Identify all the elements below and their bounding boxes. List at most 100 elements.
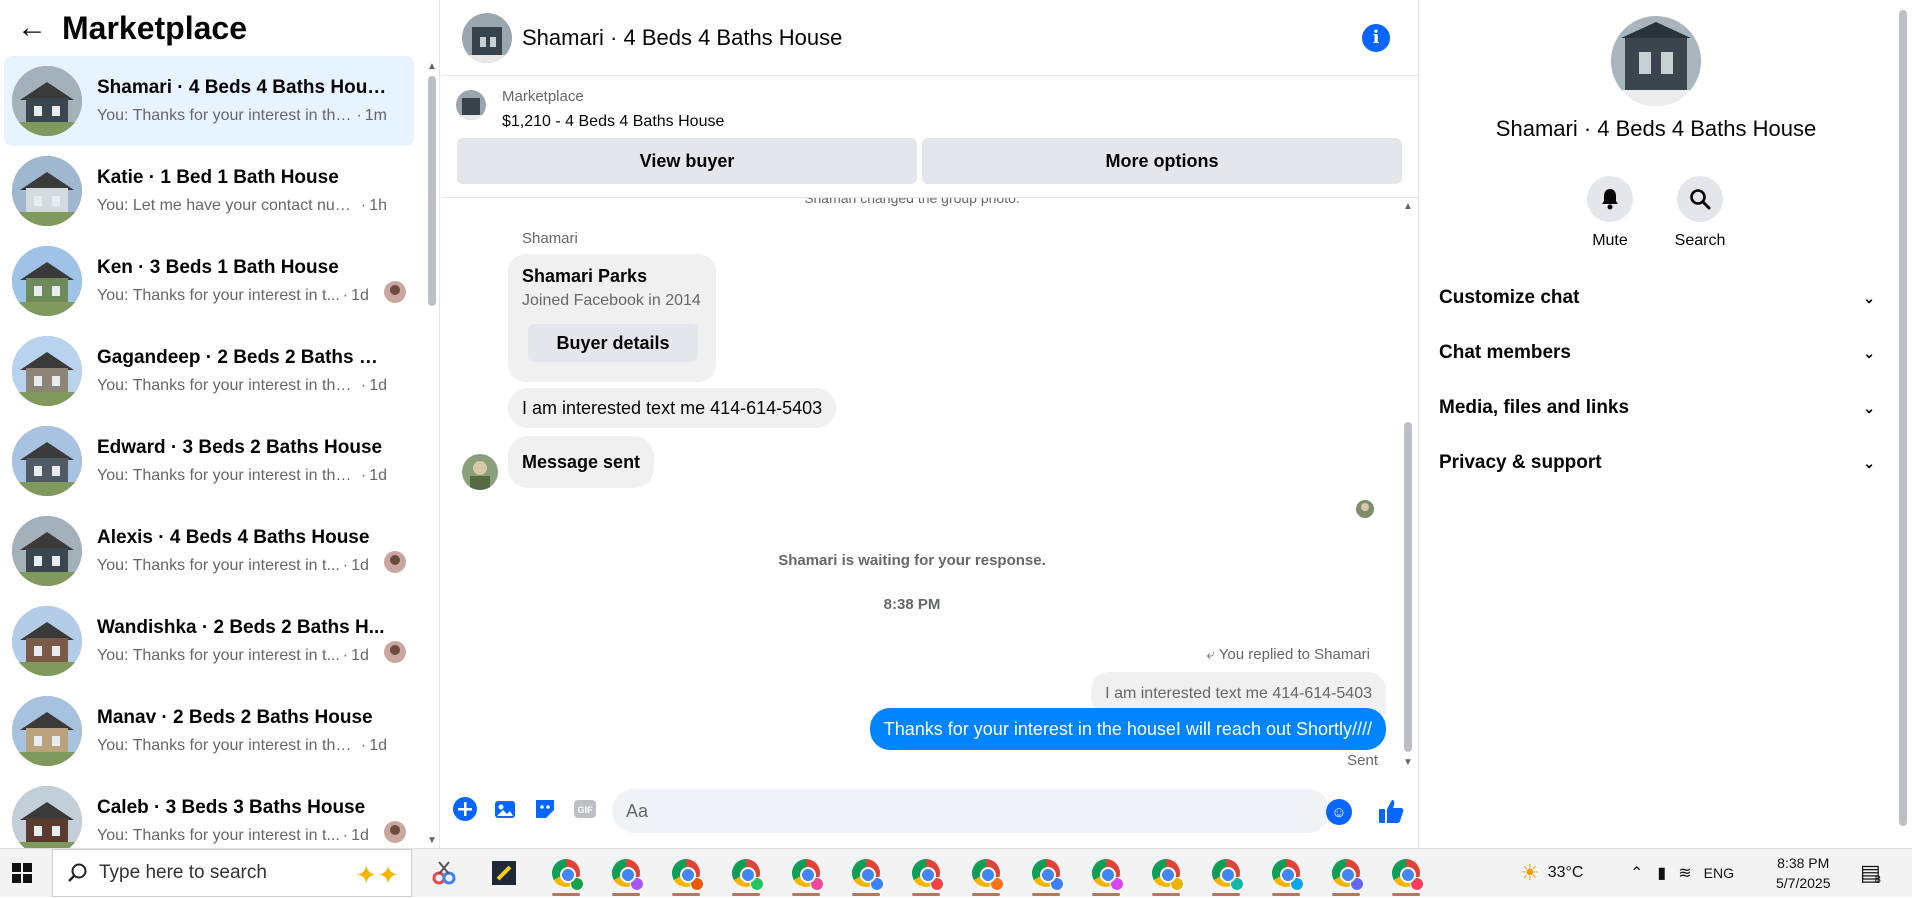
listing-thumbnail[interactable] [456,90,486,120]
buyer-name: Shamari Parks [522,266,648,286]
emoji-icon[interactable]: ☺ [1326,799,1352,825]
conversation-thumbnail [12,336,82,406]
message-input[interactable] [612,789,1330,833]
conversation-thumbnail [12,786,82,848]
conversation-item[interactable]: Alexis · 4 Beds 4 Baths House You: Thanks… [4,506,414,596]
taskbar-app-notes[interactable] [484,853,524,893]
windows-start-icon[interactable] [0,849,44,898]
details-scrollbar[interactable] [1893,0,1912,848]
seen-avatar [384,641,406,663]
conversation-thumbnail [12,426,82,496]
wifi-icon[interactable]: ≋ [1678,863,1691,883]
taskbar-app-chrome[interactable] [1206,853,1246,896]
chevron-up-icon[interactable]: ⌃ [1630,863,1643,883]
profile-badge-icon [1110,877,1124,891]
chat-scrollbar[interactable]: ▲ ▼ [1400,200,1416,770]
sidebar-scrollbar[interactable]: ▲ ▼ [424,60,440,848]
taskbar-app-chrome[interactable] [1146,853,1186,896]
conversation-title: Ken · 3 Beds 1 Bath House [97,257,339,278]
conversation-item[interactable]: Katie · 1 Bed 1 Bath House You: Let me ha… [4,146,414,236]
profile-badge-icon [810,877,824,891]
separator-dot: · [342,827,349,844]
privacy-support-section[interactable]: Privacy & support ⌄ [1439,441,1875,485]
chevron-down-icon: ⌄ [1863,454,1875,471]
view-buyer-button[interactable]: View buyer [457,138,917,184]
taskbar-app-chrome[interactable] [1386,853,1426,896]
section-label: Media, files and links [1439,397,1630,418]
clock-date: 5/7/2025 [1776,875,1831,891]
separator-dot: · [342,557,349,574]
chrome-icon [1092,859,1124,891]
customize-chat-section[interactable]: Customize chat ⌄ [1439,276,1875,320]
taskbar-app-chrome[interactable] [666,853,706,896]
sticker-icon[interactable] [532,796,558,822]
conversation-item[interactable]: Edward · 3 Beds 2 Baths House You: Thanks… [4,416,414,506]
bell-icon[interactable] [1587,176,1633,222]
gif-icon[interactable]: GIF [572,796,598,822]
taskbar-app-chrome[interactable] [1326,853,1366,896]
media-files-section[interactable]: Media, files and links ⌄ [1439,386,1875,430]
taskbar-app-chrome[interactable] [726,853,766,896]
running-indicator [792,893,820,896]
incoming-message[interactable]: Message sent [508,436,655,488]
scroll-down-icon[interactable]: ▼ [1400,756,1416,770]
back-arrow-icon[interactable]: ← [12,8,52,48]
taskbar-app-snipping[interactable] [424,853,464,893]
taskbar-app-chrome[interactable] [846,853,886,896]
taskbar-app-chrome[interactable] [1266,853,1306,896]
composer: GIF ☺ [442,782,1418,842]
profile-badge-icon [930,877,944,891]
sender-avatar[interactable] [462,454,498,490]
thumbs-up-icon[interactable] [1376,796,1406,826]
details-scroll-thumb[interactable] [1899,10,1907,826]
outgoing-message[interactable]: Thanks for your interest in the houseI w… [869,708,1386,750]
system-message: Shamari changed the group photo. [804,198,1020,206]
chat-scroll-thumb[interactable] [1404,422,1412,752]
incoming-message[interactable]: I am interested text me 414-614-5403 [508,388,837,428]
buyer-details-button[interactable]: Buyer details [528,324,698,362]
conversation-item[interactable]: Ken · 3 Beds 1 Bath House You: Thanks for… [4,236,414,326]
search-icon[interactable] [1677,176,1723,222]
conversation-item[interactable]: Caleb · 3 Beds 3 Baths House You: Thanks … [4,776,414,848]
plus-icon[interactable] [452,796,478,822]
mute-action[interactable]: Mute [1565,176,1655,250]
conversation-item[interactable]: Gagandeep · 2 Beds 2 Baths Ho... You: Tha… [4,326,414,416]
chat-avatar[interactable] [462,12,512,63]
conversation-item[interactable]: Manav · 2 Beds 2 Baths House You: Thanks … [4,686,414,776]
scroll-up-icon[interactable]: ▲ [424,60,440,74]
info-icon[interactable]: i [1362,24,1390,52]
taskbar-app-chrome[interactable] [1086,853,1126,896]
profile-badge-icon [990,877,1004,891]
notification-center-icon[interactable]: ▤ 8 [1860,849,1881,897]
conversation-item[interactable]: Wandishka · 2 Beds 2 Baths H... You: Than… [4,596,414,686]
chevron-down-icon: ⌄ [1863,344,1875,361]
battery-icon[interactable]: ▮ [1657,863,1666,883]
chat-members-section[interactable]: Chat members ⌄ [1439,331,1875,375]
taskbar-app-chrome[interactable] [546,853,586,896]
scroll-down-icon[interactable]: ▼ [424,834,440,848]
more-options-button[interactable]: More options [922,138,1402,184]
taskbar-app-chrome[interactable] [906,853,946,896]
photo-icon[interactable] [492,796,518,822]
chat-panel: Shamari · 4 Beds 4 Baths House i Marketp… [442,0,1418,848]
conversation-item[interactable]: Shamari · 4 Beds 4 Baths House You: Thank… [4,56,414,146]
details-avatar[interactable] [1611,16,1701,106]
taskbar-app-chrome[interactable] [1026,853,1066,896]
listing-title[interactable]: $1,210 - 4 Beds 4 Baths House [502,113,724,131]
search-action[interactable]: Search [1655,176,1745,250]
clock[interactable]: 8:38 PM 5/7/2025 [1776,849,1831,897]
taskbar-app-chrome[interactable] [786,853,826,896]
sender-name: Shamari [522,230,578,247]
sidebar-scroll-thumb[interactable] [428,76,436,306]
chrome-icon [852,859,884,891]
taskbar-search[interactable]: Type here to search ✦✦ [52,849,412,897]
taskbar-app-chrome[interactable] [606,853,646,896]
language-indicator[interactable]: ENG [1704,865,1734,881]
weather-widget[interactable]: ☀ 33°C [1520,849,1583,897]
taskbar-app-chrome[interactable] [966,853,1006,896]
conversation-preview: You: Thanks for your interest in the... [97,107,354,124]
scroll-up-icon[interactable]: ▲ [1400,200,1416,214]
search-label: Search [1674,232,1726,249]
message-thread: Shamari changed the group photo. Shamari… [442,198,1418,773]
conversation-title: Alexis · 4 Beds 4 Baths House [97,527,370,548]
